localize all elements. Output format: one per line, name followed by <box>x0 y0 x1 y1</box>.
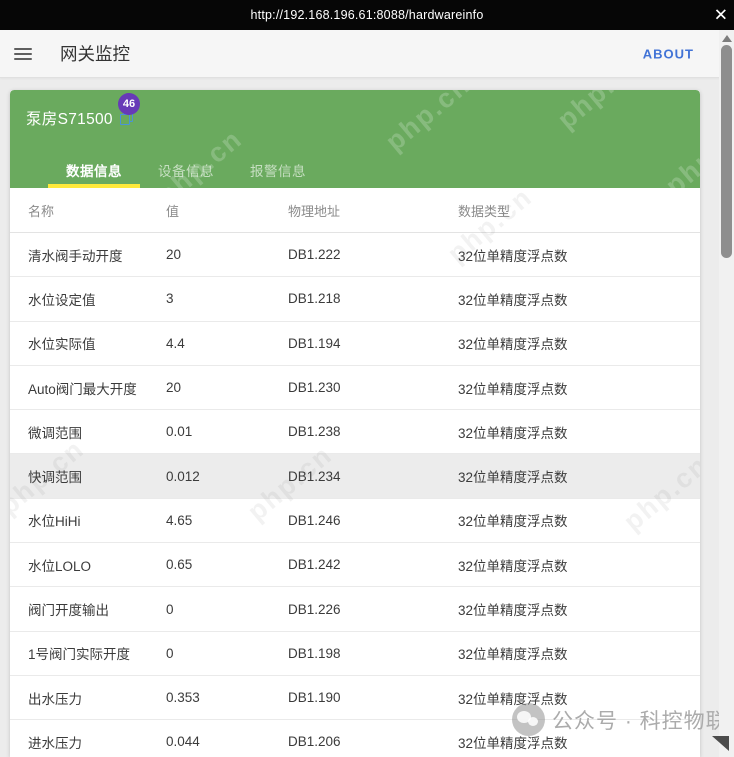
cell-address: DB1.190 <box>288 690 341 706</box>
cell-name: 阀门开度输出 <box>28 603 109 619</box>
cell-value: 4.65 <box>166 512 193 528</box>
tab-label: 设备信息 <box>158 164 214 179</box>
cell-type: 32位单精度浮点数 <box>458 381 568 397</box>
table-row[interactable]: 微调范围 0.01 DB1.238 32位单精度浮点数 <box>10 410 700 455</box>
cell-value: 0.01 <box>166 424 193 440</box>
cell-type: 32位单精度浮点数 <box>458 735 568 751</box>
cell-name: 进水压力 <box>28 735 82 751</box>
table-row[interactable]: 水位设定值 3 DB1.218 32位单精度浮点数 <box>10 277 700 322</box>
table-row[interactable]: 快调范围 0.012 DB1.234 32位单精度浮点数 <box>10 454 700 499</box>
cell-value: 0.353 <box>166 690 200 706</box>
cell-address: DB1.238 <box>288 424 341 440</box>
about-link[interactable]: ABOUT <box>643 46 694 61</box>
cell-type: 32位单精度浮点数 <box>458 470 568 486</box>
corner-arrow-icon <box>712 736 729 751</box>
cell-type: 32位单精度浮点数 <box>458 603 568 619</box>
cell-type: 32位单精度浮点数 <box>458 514 568 530</box>
table-row[interactable]: Auto阀门最大开度 20 DB1.230 32位单精度浮点数 <box>10 365 700 411</box>
menu-icon[interactable] <box>14 45 32 63</box>
cell-address: DB1.218 <box>288 291 341 307</box>
cell-type: 32位单精度浮点数 <box>458 558 568 574</box>
table-row[interactable]: 出水压力 0.353 DB1.190 32位单精度浮点数 <box>10 675 700 721</box>
cell-address: DB1.230 <box>288 380 341 396</box>
cell-name: 快调范围 <box>28 470 82 486</box>
scroll-up-arrow-icon[interactable] <box>721 35 732 42</box>
cell-value: 0.044 <box>166 734 200 750</box>
cell-address: DB1.198 <box>288 645 341 661</box>
cell-address: DB1.206 <box>288 734 341 750</box>
table-header: 名称 值 物理地址 数据类型 <box>10 188 700 233</box>
device-panel-header: 46 泵房S71500 数据信息 设备信息 报警信息 php.cn php.cn… <box>10 90 700 211</box>
cell-name: 水位设定值 <box>28 292 96 308</box>
cell-name: 水位LOLO <box>28 558 92 574</box>
table-body: 清水阀手动开度 20 DB1.222 32位单精度浮点数 水位设定值 3 DB1.218 32… <box>10 233 700 757</box>
cell-address: DB1.194 <box>288 335 341 351</box>
device-card: 46 泵房S71500 数据信息 设备信息 报警信息 php.cn php.cn… <box>10 90 700 757</box>
cell-address: DB1.222 <box>288 247 341 263</box>
tab-label: 数据信息 <box>66 164 122 179</box>
cell-name: Auto阀门最大开度 <box>28 381 137 397</box>
table-row[interactable]: 进水压力 0.044 DB1.206 32位单精度浮点数 <box>10 720 700 757</box>
cell-name: 1号阀门实际开度 <box>28 647 131 663</box>
browser-url: http://192.168.196.61:8088/hardwareinfo <box>250 8 484 22</box>
device-name: 泵房S71500 <box>26 111 113 128</box>
scrollbar-thumb[interactable] <box>721 45 732 258</box>
cell-name: 清水阀手动开度 <box>28 248 123 264</box>
close-icon[interactable]: ✕ <box>714 7 728 24</box>
table-row[interactable]: 阀门开度输出 0 DB1.226 32位单精度浮点数 <box>10 587 700 632</box>
table-row[interactable]: 水位HiHi 4.65 DB1.246 32位单精度浮点数 <box>10 498 700 544</box>
tab-device-info[interactable]: 设备信息 <box>140 152 232 188</box>
cell-address: DB1.246 <box>288 512 341 528</box>
cell-value: 0.65 <box>166 557 193 573</box>
browser-url-bar: http://192.168.196.61:8088/hardwareinfo … <box>0 0 734 30</box>
cell-value: 0.012 <box>166 468 200 484</box>
cell-type: 32位单精度浮点数 <box>458 248 568 264</box>
cell-name: 水位HiHi <box>28 514 81 530</box>
col-header-value: 值 <box>166 203 180 219</box>
table-row[interactable]: 1号阀门实际开度 0 DB1.198 32位单精度浮点数 <box>10 631 700 676</box>
watermark-brand: php.cn <box>379 90 477 157</box>
tab-label: 报警信息 <box>250 164 306 179</box>
cell-value: 4.4 <box>166 335 185 351</box>
cell-type: 32位单精度浮点数 <box>458 691 568 707</box>
watermark-brand: php.cn <box>551 90 649 135</box>
tag-count-badge: 46 <box>118 93 140 115</box>
tab-alarm-info[interactable]: 报警信息 <box>232 152 324 188</box>
active-tab-underline <box>48 184 140 188</box>
cell-type: 32位单精度浮点数 <box>458 337 568 353</box>
cell-name: 水位实际值 <box>28 337 96 353</box>
vertical-scrollbar[interactable] <box>719 30 734 757</box>
cell-value: 20 <box>166 380 182 396</box>
cell-type: 32位单精度浮点数 <box>458 647 568 663</box>
cell-address: DB1.242 <box>288 557 341 573</box>
cell-address: DB1.234 <box>288 468 341 484</box>
cell-address: DB1.226 <box>288 601 341 617</box>
cell-value: 3 <box>166 291 174 307</box>
device-row: 泵房S71500 <box>26 107 135 129</box>
table-row[interactable]: 水位LOLO 0.65 DB1.242 32位单精度浮点数 <box>10 543 700 588</box>
cell-type: 32位单精度浮点数 <box>458 292 568 308</box>
cell-type: 32位单精度浮点数 <box>458 425 568 441</box>
col-header-name: 名称 <box>28 203 55 219</box>
cell-value: 20 <box>166 247 182 263</box>
cell-name: 出水压力 <box>28 691 82 707</box>
col-header-type: 数据类型 <box>458 203 511 219</box>
table-row[interactable]: 清水阀手动开度 20 DB1.222 32位单精度浮点数 <box>10 233 700 278</box>
app-toolbar: 网关监控 ABOUT <box>0 30 734 78</box>
cell-value: 0 <box>166 645 174 661</box>
cell-value: 0 <box>166 601 174 617</box>
cell-name: 微调范围 <box>28 425 82 441</box>
col-header-address: 物理地址 <box>288 203 341 219</box>
tab-data-info[interactable]: 数据信息 <box>48 152 140 188</box>
page-title: 网关监控 <box>60 44 130 64</box>
tab-bar: 数据信息 设备信息 报警信息 <box>48 152 324 188</box>
table-row[interactable]: 水位实际值 4.4 DB1.194 32位单精度浮点数 <box>10 321 700 366</box>
